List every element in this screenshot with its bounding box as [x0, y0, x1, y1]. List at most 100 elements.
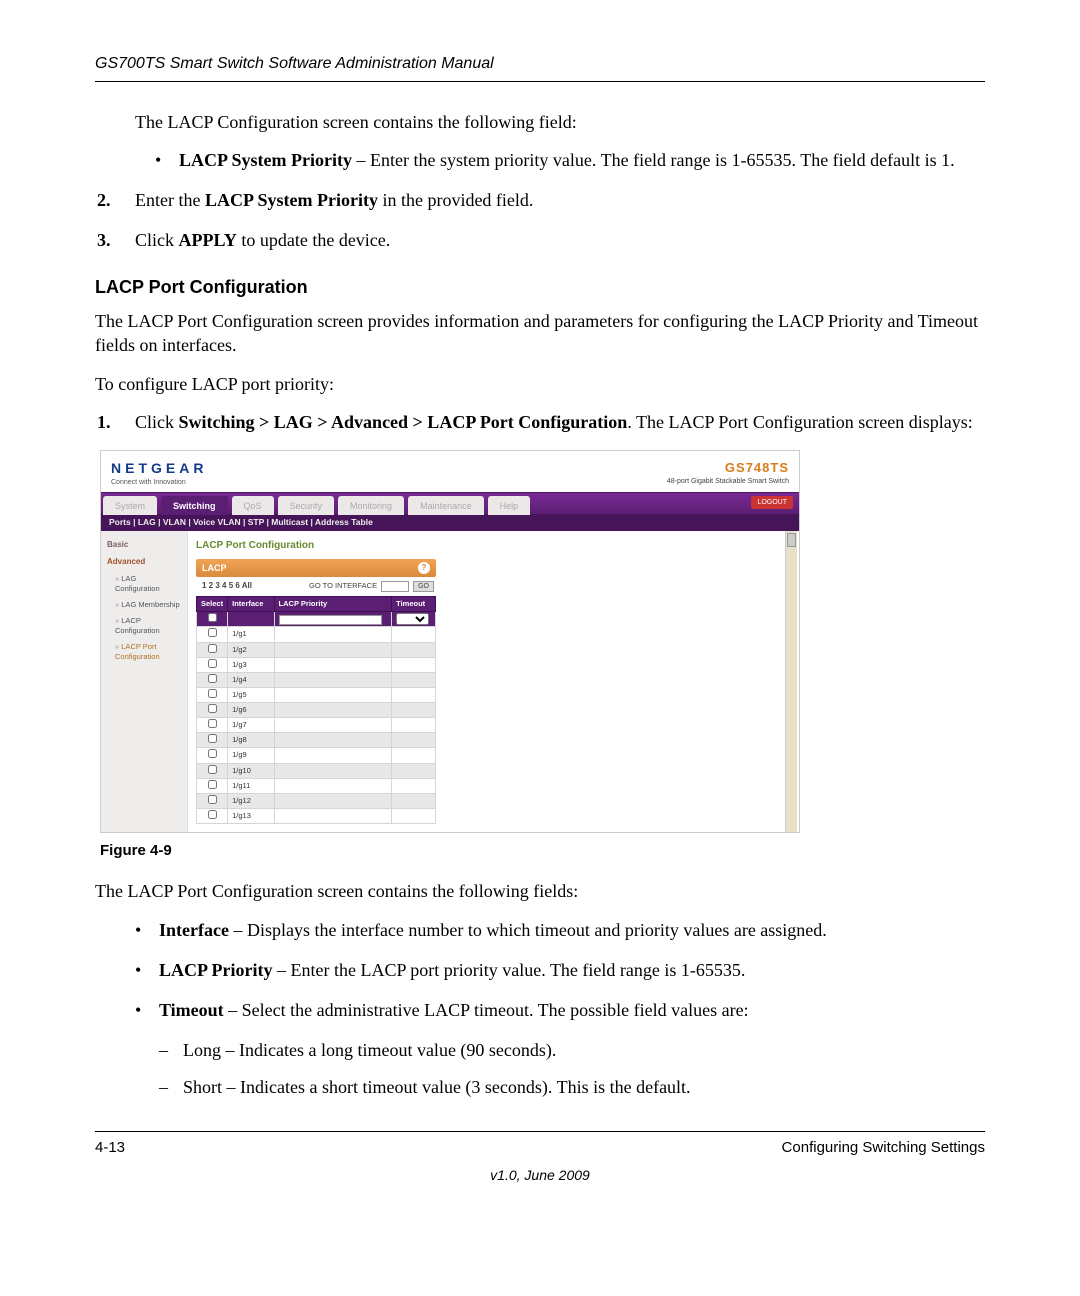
row-select-checkbox[interactable]: [208, 674, 217, 683]
panel-title: LACP Port Configuration: [196, 539, 791, 553]
row-select-checkbox[interactable]: [208, 659, 217, 668]
interface-text: – Displays the interface number to which…: [229, 920, 827, 940]
row-lacp-priority: [274, 763, 392, 778]
timeout-select[interactable]: [396, 613, 429, 625]
row-select-checkbox[interactable]: [208, 795, 217, 804]
row-select-checkbox[interactable]: [208, 628, 217, 637]
table-row: 1/g12: [197, 793, 436, 808]
tab-switching[interactable]: Switching: [161, 496, 228, 515]
row-timeout: [392, 808, 436, 823]
table-row: 1/g3: [197, 657, 436, 672]
tab-system[interactable]: System: [103, 496, 157, 515]
sidebar-lag-config[interactable]: LAG Configuration: [105, 571, 183, 597]
row-select-checkbox[interactable]: [208, 644, 217, 653]
sub-nav[interactable]: Ports | LAG | VLAN | Voice VLAN | STP | …: [101, 514, 799, 531]
section-heading: LACP Port Configuration: [95, 275, 985, 299]
row-interface: 1/g1: [228, 627, 274, 642]
step-number: 2.: [97, 188, 111, 212]
tab-monitoring[interactable]: Monitoring: [338, 496, 404, 515]
table-header-row: Select Interface LACP Priority Timeout: [197, 597, 436, 612]
logout-button[interactable]: LOGOUT: [751, 496, 793, 509]
row-select-checkbox[interactable]: [208, 734, 217, 743]
row-timeout: [392, 778, 436, 793]
scrollbar[interactable]: [785, 531, 797, 832]
model-desc: 48-port Gigabit Stackable Smart Switch: [667, 477, 789, 486]
row-lacp-priority: [274, 672, 392, 687]
step3-bold: APPLY: [179, 230, 237, 250]
row-select-checkbox[interactable]: [208, 719, 217, 728]
lacp-port-table: Select Interface LACP Priority Timeout 1…: [196, 596, 436, 824]
row-interface: 1/g8: [228, 733, 274, 748]
timeout-text: – Select the administrative LACP timeout…: [224, 1000, 749, 1020]
sidebar-lacp-port-config[interactable]: LACP Port Configuration: [105, 639, 183, 665]
row-interface: 1/g6: [228, 703, 274, 718]
lacp-label: LACP: [202, 562, 227, 574]
step-2: 2. Enter the LACP System Priority in the…: [95, 188, 985, 212]
sidebar-lag-membership[interactable]: LAG Membership: [105, 597, 183, 613]
row-timeout: [392, 627, 436, 642]
sidebar-basic[interactable]: Basic: [105, 537, 183, 554]
row-timeout: [392, 793, 436, 808]
pager-numbers[interactable]: 1 2 3 4 5 6 All: [202, 581, 252, 592]
switch-admin-window: NETGEAR Connect with Innovation GS748TS …: [100, 450, 800, 833]
pager-row: 1 2 3 4 5 6 All GO TO INTERFACE GO: [196, 577, 436, 596]
select-all-checkbox[interactable]: [208, 613, 217, 622]
row-select-checkbox[interactable]: [208, 704, 217, 713]
sidebar: Basic Advanced LAG Configuration LAG Mem…: [101, 531, 187, 832]
go-button[interactable]: GO: [413, 581, 434, 592]
lacp-priority-label: LACP Priority: [159, 960, 272, 980]
goto-label: GO TO INTERFACE: [309, 581, 377, 591]
brand-tagline: Connect with Innovation: [111, 478, 207, 487]
page-header: GS700TS Smart Switch Software Administra…: [95, 50, 985, 82]
row-select-checkbox[interactable]: [208, 749, 217, 758]
row-select-checkbox[interactable]: [208, 689, 217, 698]
table-row: 1/g10: [197, 763, 436, 778]
goto-interface-input[interactable]: [381, 581, 409, 592]
model-name: GS748TS: [667, 459, 789, 477]
row-timeout: [392, 642, 436, 657]
intro-paragraph: The LACP Configuration screen contains t…: [95, 110, 985, 134]
row-lacp-priority: [274, 703, 392, 718]
tab-security[interactable]: Security: [278, 496, 335, 515]
manual-title: GS700TS Smart Switch Software Administra…: [95, 55, 494, 72]
tab-help[interactable]: Help: [488, 496, 531, 515]
timeout-short: Short – Indicates a short timeout value …: [159, 1075, 985, 1099]
step-1: 1. Click Switching > LAG > Advanced > LA…: [95, 410, 985, 434]
lacp-priority-input[interactable]: [279, 615, 382, 625]
footer-section-title: Configuring Switching Settings: [782, 1138, 985, 1158]
step-3: 3. Click APPLY to update the device.: [95, 228, 985, 252]
tab-qos[interactable]: QoS: [232, 496, 274, 515]
field-timeout: Timeout – Select the administrative LACP…: [135, 998, 985, 1022]
row-interface: 1/g11: [228, 778, 274, 793]
th-select: Select: [197, 597, 228, 612]
row-interface: 1/g9: [228, 748, 274, 763]
row-interface: 1/g7: [228, 718, 274, 733]
sidebar-lacp-config[interactable]: LACP Configuration: [105, 613, 183, 639]
row-interface: 1/g10: [228, 763, 274, 778]
row-timeout: [392, 733, 436, 748]
row-lacp-priority: [274, 748, 392, 763]
figure-caption: Figure 4-9: [100, 841, 985, 861]
table-row: 1/g4: [197, 672, 436, 687]
step1b-post: . The LACP Port Configuration screen dis…: [627, 412, 972, 432]
row-interface: 1/g12: [228, 793, 274, 808]
portcfg-paragraph: The LACP Port Configuration screen provi…: [95, 309, 985, 358]
brand-block: NETGEAR Connect with Innovation: [111, 459, 207, 487]
sidebar-advanced[interactable]: Advanced: [105, 554, 183, 571]
scrollbar-thumb[interactable]: [787, 533, 796, 547]
row-lacp-priority: [274, 687, 392, 702]
row-select-checkbox[interactable]: [208, 780, 217, 789]
interface-label: Interface: [159, 920, 229, 940]
help-icon[interactable]: ?: [418, 562, 430, 574]
row-select-checkbox[interactable]: [208, 765, 217, 774]
th-lacp-priority: LACP Priority: [274, 597, 392, 612]
row-select-checkbox[interactable]: [208, 810, 217, 819]
row-lacp-priority: [274, 657, 392, 672]
table-row: 1/g8: [197, 733, 436, 748]
lacp-priority-text: – Enter the LACP port priority value. Th…: [272, 960, 745, 980]
row-timeout: [392, 687, 436, 702]
row-lacp-priority: [274, 733, 392, 748]
step2-post: in the provided field.: [378, 190, 533, 210]
tab-maintenance[interactable]: Maintenance: [408, 496, 484, 515]
table-row: 1/g2: [197, 642, 436, 657]
